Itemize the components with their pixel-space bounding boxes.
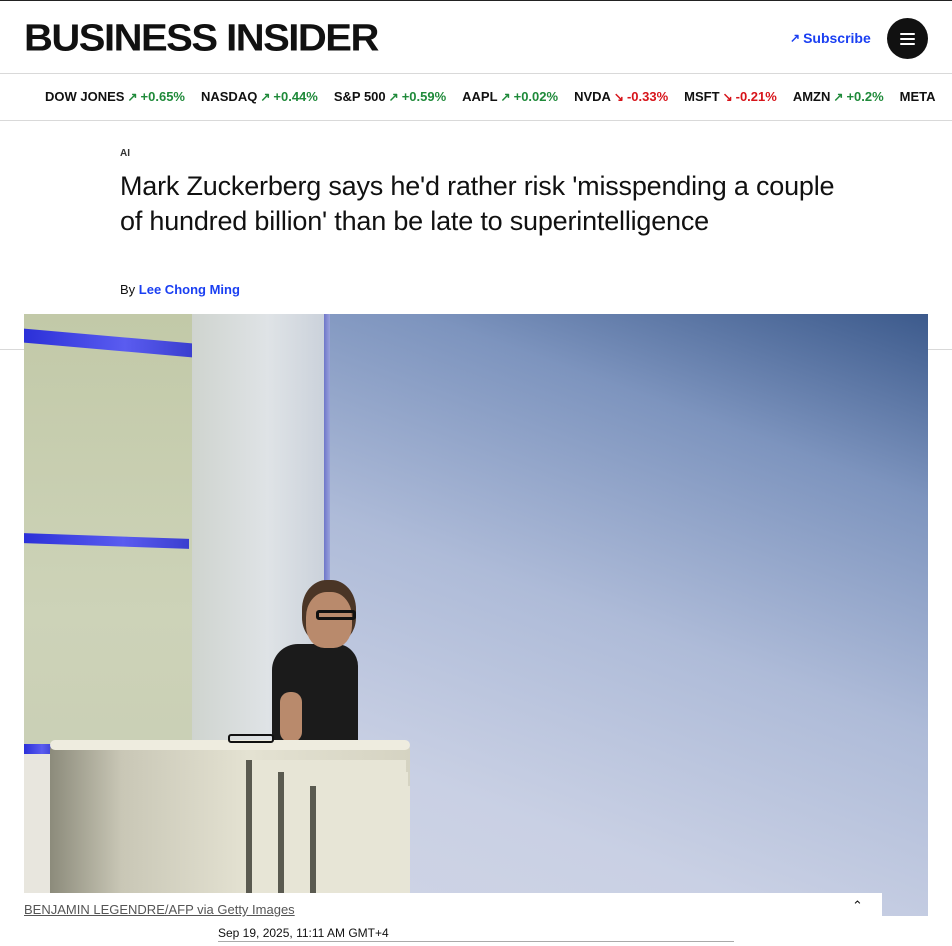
- byline-prefix: By: [120, 282, 136, 297]
- ticker-item[interactable]: NVDA ↘ -0.33%: [574, 89, 668, 104]
- arrow-up-right-icon: ↗: [833, 89, 844, 104]
- article-category[interactable]: AI: [120, 148, 130, 159]
- ticker-symbol: AAPL: [462, 89, 498, 104]
- ticker-symbol: META: [899, 89, 936, 104]
- hero-speaker-head: [306, 592, 352, 648]
- hamburger-line: [900, 42, 915, 45]
- hamburger-line: [900, 37, 915, 40]
- hero-podium-glasses: [228, 734, 274, 743]
- site-header: BUSINESS INSIDER ↗ Subscribe: [0, 0, 952, 74]
- ticker-change: +0.02%: [513, 89, 559, 104]
- ticker-change: +0.65%: [140, 89, 185, 104]
- ticker-item[interactable]: MSFT ↘ -0.21%: [684, 89, 777, 104]
- arrow-down-right-icon: ↘: [722, 89, 733, 104]
- ticker-change: +0.2%: [846, 89, 884, 104]
- image-credit[interactable]: BENJAMIN LEGENDRE/AFP via Getty Images: [24, 902, 295, 917]
- ticker-row: DOW JONES ↗ +0.65% NASDAQ ↗ +0.44% S&P 500 ↗ +0.…: [45, 89, 936, 104]
- ticker-symbol: NASDAQ: [200, 89, 258, 104]
- market-ticker: DOW JONES ↗ +0.65% NASDAQ ↗ +0.44% S&P 500 ↗ +0.…: [0, 75, 952, 121]
- ticker-item[interactable]: DOW JONES ↗ +0.65%: [45, 89, 185, 104]
- ticker-item[interactable]: AAPL ↗ +0.02%: [462, 89, 558, 104]
- chevron-up-icon[interactable]: ⌃: [852, 898, 863, 914]
- ticker-symbol: MSFT: [684, 89, 720, 104]
- ticker-item[interactable]: S&P 500 ↗ +0.59%: [334, 89, 446, 104]
- arrow-up-right-icon: ↗: [127, 89, 138, 104]
- ticker-symbol: AMZN: [792, 89, 831, 104]
- ticker-change: +0.44%: [273, 89, 318, 104]
- ticker-change: +0.59%: [401, 89, 447, 104]
- ticker-symbol: NVDA: [574, 89, 611, 104]
- hero-speaker-glasses: [316, 610, 356, 620]
- ticker-item[interactable]: META: [900, 89, 936, 104]
- arrow-up-right-icon: ↗: [388, 89, 399, 104]
- menu-button[interactable]: [887, 18, 928, 59]
- site-logo[interactable]: BUSINESS INSIDER: [24, 18, 379, 58]
- subscribe-link[interactable]: ↗ Subscribe: [790, 30, 871, 46]
- arrow-up-right-icon: ↗: [790, 31, 801, 45]
- author-link[interactable]: Lee Chong Ming: [139, 282, 240, 297]
- publish-timestamp: Sep 19, 2025, 11:11 AM GMT+4: [218, 926, 389, 940]
- arrow-up-right-icon: ↗: [260, 89, 271, 104]
- ticker-change: -0.21%: [735, 89, 777, 104]
- byline: By Lee Chong Ming: [120, 282, 240, 297]
- ticker-item[interactable]: AMZN ↗ +0.2%: [793, 89, 884, 104]
- ticker-symbol: DOW JONES: [45, 89, 125, 104]
- article-headline: Mark Zuckerberg says he'd rather risk 'm…: [120, 171, 835, 236]
- hero-speaker-arm: [280, 692, 302, 742]
- ticker-symbol: S&P 500: [333, 89, 386, 104]
- hamburger-menu-icon: [900, 32, 915, 35]
- ticker-change: -0.33%: [626, 89, 669, 104]
- timestamp-divider: [218, 941, 734, 942]
- subscribe-label: Subscribe: [803, 30, 871, 46]
- hero-image: [24, 314, 928, 916]
- ticker-item[interactable]: NASDAQ ↗ +0.44%: [201, 89, 318, 104]
- arrow-down-right-icon: ↘: [613, 89, 624, 104]
- arrow-up-right-icon: ↗: [500, 89, 511, 104]
